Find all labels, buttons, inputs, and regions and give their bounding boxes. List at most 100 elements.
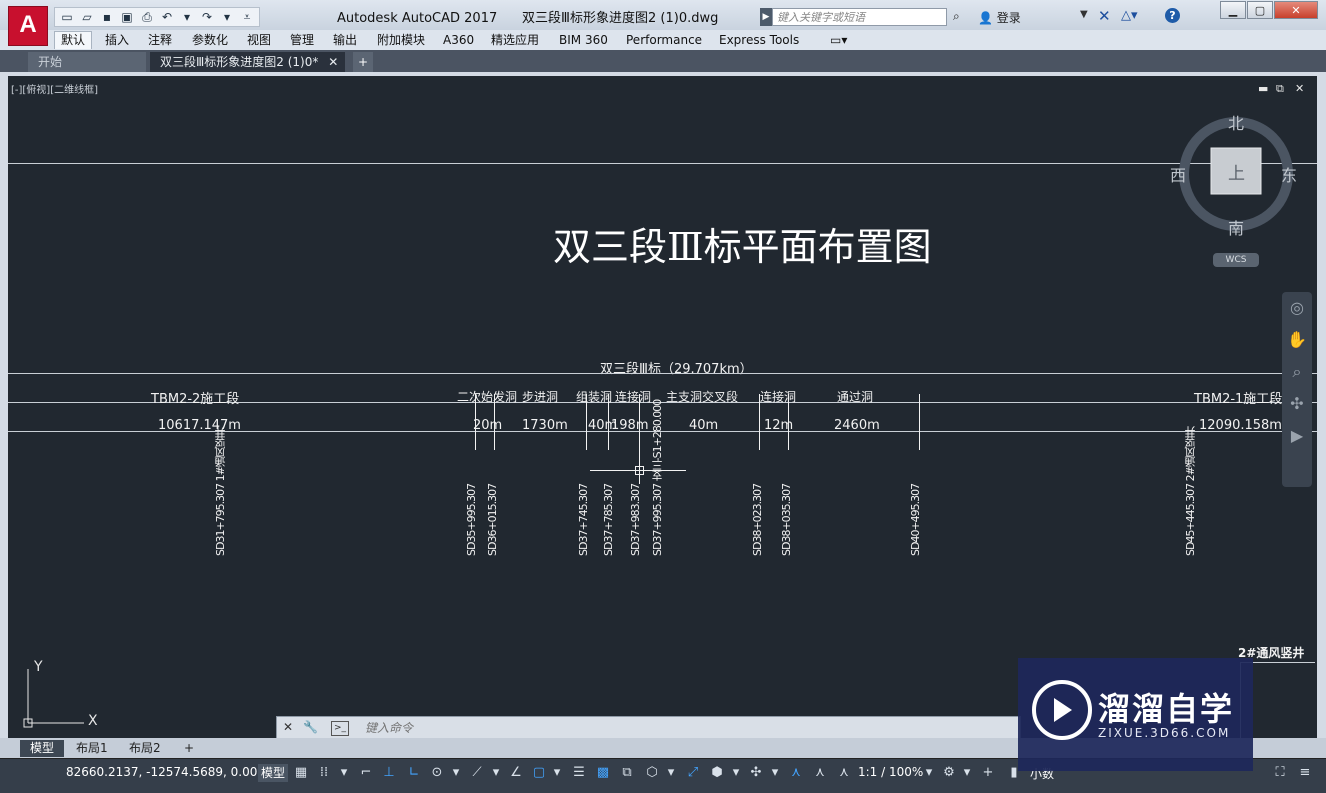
snap-icon[interactable]: ⁞⁞ — [315, 764, 333, 782]
chevron-down-icon[interactable]: ▾ — [727, 764, 745, 782]
showmotion-icon[interactable]: ▶ — [1282, 420, 1312, 452]
close-tab-icon[interactable]: ✕ — [328, 55, 338, 69]
compass-west[interactable]: 西 — [1170, 162, 1186, 186]
tab-view[interactable]: 视图 — [247, 32, 271, 49]
undo-icon[interactable]: ↶ — [158, 8, 176, 26]
tab-express-tools[interactable]: Express Tools — [719, 32, 799, 49]
save-as-icon[interactable]: ▣ — [118, 8, 136, 26]
viewcube-top-face[interactable]: 上 — [1228, 159, 1245, 184]
chevron-down-icon[interactable]: ▼ — [1080, 9, 1088, 20]
chevron-down-icon[interactable]: ▾ — [766, 764, 784, 782]
viewcube[interactable]: 北 南 东 西 上 — [1170, 114, 1304, 242]
tab-a360[interactable]: A360 — [443, 32, 474, 49]
compass-east[interactable]: 东 — [1281, 162, 1297, 186]
tab-addins[interactable]: 附加模块 — [377, 32, 425, 49]
isodraft-icon[interactable]: ⟋ — [468, 764, 486, 782]
chevron-down-icon[interactable]: ▾ — [662, 764, 680, 782]
restore-viewport-icon[interactable]: ⧉ — [1276, 82, 1284, 96]
maximize-window-button[interactable]: ▢ — [1247, 1, 1273, 19]
command-history-icon[interactable]: >_ — [331, 721, 349, 736]
redo-icon[interactable]: ↷ — [198, 8, 216, 26]
coordinates-readout[interactable]: 82660.2137, -12574.5689, 0.0000 — [66, 765, 273, 779]
close-icon[interactable]: ✕ — [283, 720, 293, 734]
customization-menu-icon[interactable]: ≡ — [1296, 764, 1314, 782]
new-file-icon[interactable]: ▭ — [58, 8, 76, 26]
fullscreen-icon[interactable]: ⛶ — [1271, 764, 1289, 782]
add-layout-button[interactable]: + — [174, 740, 204, 757]
workspace-gear-icon[interactable]: ⚙ — [940, 764, 958, 782]
viewport-controls[interactable]: [-][俯视][二维线框] — [11, 81, 98, 96]
selection-filter-icon[interactable]: ⬢ — [708, 764, 726, 782]
close-viewport-icon[interactable]: ✕ — [1295, 82, 1304, 95]
orbit-icon[interactable]: ✣ — [1282, 388, 1312, 420]
annotation-visibility-icon[interactable]: ⋏ — [787, 764, 805, 782]
tab-manage[interactable]: 管理 — [290, 32, 314, 49]
command-input[interactable] — [365, 720, 965, 736]
tab-insert[interactable]: 插入 — [105, 32, 129, 49]
drawing-canvas[interactable]: [-][俯视][二维线框] ▬ ⧉ ✕ 双三段Ⅲ标平面布置图 双三段Ⅲ标（29.… — [8, 76, 1317, 738]
open-file-icon[interactable]: ▱ — [78, 8, 96, 26]
polar-tracking-icon[interactable]: ⊙ — [428, 764, 446, 782]
tab-layout1[interactable]: 布局1 — [66, 740, 118, 757]
minimize-viewport-icon[interactable]: ▬ — [1258, 82, 1268, 95]
binoculars-icon[interactable]: ⌕ — [953, 9, 960, 24]
print-icon[interactable]: ⎙ — [138, 8, 156, 26]
tab-output[interactable]: 输出 — [333, 32, 357, 49]
a360-icon[interactable]: △▾ — [1121, 8, 1138, 23]
tab-start[interactable]: 开始 — [28, 52, 146, 72]
chevron-down-icon[interactable]: ▾ — [487, 764, 505, 782]
ortho-icon[interactable]: ∟ — [405, 764, 423, 782]
ribbon-minimize-icon[interactable]: ▭▾ — [830, 32, 847, 49]
chevron-down-icon[interactable]: ▾ — [447, 764, 465, 782]
chevron-down-icon[interactable]: ▾ — [335, 764, 353, 782]
login-button[interactable]: 👤 登录 — [978, 9, 1021, 26]
auto-scale-icon[interactable]: ⋏ — [811, 764, 829, 782]
lineweight-icon[interactable]: ☰ — [570, 764, 588, 782]
tab-home[interactable]: 默认 — [54, 31, 93, 49]
compass-north[interactable]: 北 — [1228, 110, 1244, 134]
search-expand-icon[interactable]: ▶ — [760, 8, 772, 26]
close-window-button[interactable]: ✕ — [1274, 1, 1318, 19]
chevron-down-icon[interactable]: ▾ — [548, 764, 566, 782]
exchange-apps-icon[interactable]: ✕ — [1098, 7, 1111, 25]
tab-annotate[interactable]: 注释 — [148, 32, 172, 49]
tab-drawing[interactable]: 双三段Ⅲ标形象进度图2 (1)0* ✕ — [150, 52, 345, 72]
annotation-scale[interactable]: 1:1 / 100% — [858, 765, 923, 779]
dynamic-input-icon[interactable]: ⊥ — [380, 764, 398, 782]
save-icon[interactable]: ▪ — [98, 8, 116, 26]
tab-layout2[interactable]: 布局2 — [119, 740, 171, 757]
minimize-window-button[interactable]: ▁ — [1220, 1, 1246, 19]
annotation-scale-icon[interactable]: ⋏ — [835, 764, 853, 782]
pan-icon[interactable]: ✋ — [1282, 324, 1312, 356]
tab-parametric[interactable]: 参数化 — [192, 32, 228, 49]
object-snap-icon[interactable]: ▢ — [530, 764, 548, 782]
undo-dropdown-icon[interactable]: ▾ — [178, 8, 196, 26]
compass-south[interactable]: 南 — [1228, 215, 1244, 239]
chevron-down-icon[interactable]: ▾ — [958, 764, 976, 782]
app-menu-button[interactable]: A — [8, 6, 48, 46]
annotation-monitor-icon[interactable]: + — [979, 764, 997, 782]
object-snap-tracking-icon[interactable]: ∠ — [507, 764, 525, 782]
redo-dropdown-icon[interactable]: ▾ — [218, 8, 236, 26]
zoom-icon[interactable]: ⌕ — [1282, 356, 1312, 388]
chevron-down-icon[interactable]: ▾ — [920, 764, 938, 782]
search-input[interactable]: 键入关键字或短语 — [772, 8, 947, 26]
tab-featured-apps[interactable]: 精选应用 — [491, 32, 539, 49]
customize-qat-icon[interactable]: ⩡ — [238, 8, 256, 26]
tab-performance[interactable]: Performance — [626, 32, 702, 49]
selection-cycling-icon[interactable]: ⧉ — [618, 764, 636, 782]
tab-model[interactable]: 模型 — [20, 740, 65, 757]
grid-icon[interactable]: ▦ — [292, 764, 310, 782]
model-space-button[interactable]: 模型 — [258, 764, 289, 782]
dynamic-ucs-icon[interactable]: ⤢ — [684, 764, 702, 782]
infer-constraints-icon[interactable]: ⌐ — [357, 764, 375, 782]
wrench-icon[interactable]: 🔧 — [303, 720, 318, 734]
tab-bim360[interactable]: BIM 360 — [559, 32, 608, 49]
transparency-icon[interactable]: ▩ — [594, 764, 612, 782]
add-tab-button[interactable]: + — [353, 52, 373, 72]
gizmo-icon[interactable]: ✣ — [747, 764, 765, 782]
3d-osnap-icon[interactable]: ⬡ — [643, 764, 661, 782]
help-icon[interactable]: ? — [1165, 8, 1180, 23]
steering-wheel-icon[interactable]: ◎ — [1282, 292, 1312, 324]
wcs-menu[interactable]: WCS — [1213, 253, 1259, 267]
